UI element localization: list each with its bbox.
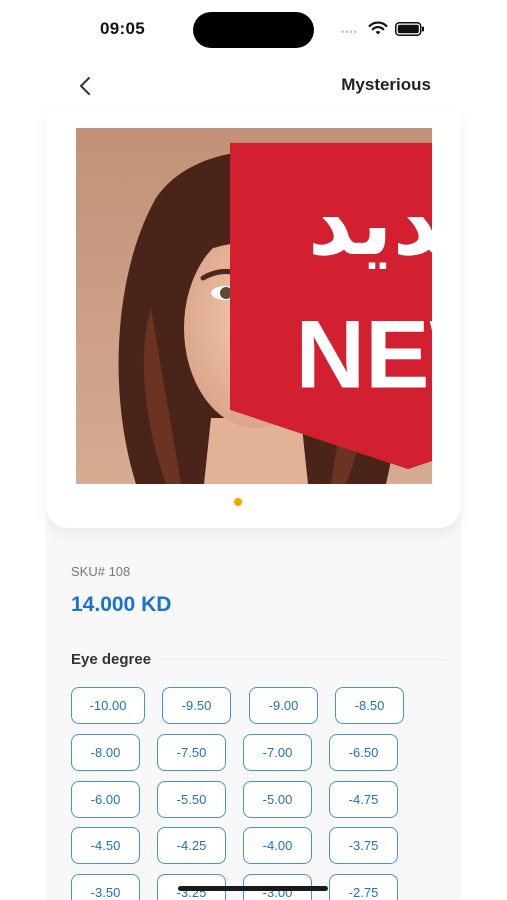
eye-degree-option[interactable]: -5.50: [157, 781, 226, 818]
new-badge-english: NEW: [296, 302, 432, 409]
eye-degree-title: Eye degree: [71, 651, 152, 668]
back-button[interactable]: [72, 72, 100, 100]
eye-degree-option[interactable]: -5.00: [243, 781, 312, 818]
signal-icon: ••••: [341, 27, 358, 37]
status-bar: 09:05 ••••: [0, 0, 507, 60]
home-indicator[interactable]: [178, 886, 328, 891]
nav-bar: Mysterious: [0, 60, 507, 110]
eye-degree-option[interactable]: -3.50: [71, 874, 140, 900]
eye-degree-option[interactable]: -4.25: [157, 827, 226, 864]
eye-degree-option[interactable]: -4.00: [243, 827, 312, 864]
eye-degree-option[interactable]: -6.50: [329, 734, 398, 771]
product-gallery: جديد NEW: [46, 110, 461, 528]
eye-degree-option[interactable]: -6.00: [71, 781, 140, 818]
status-time: 09:05: [100, 19, 145, 38]
sku-label: SKU# 108: [71, 564, 131, 579]
battery-icon: [395, 22, 424, 36]
eye-degree-option[interactable]: -9.00: [249, 687, 318, 724]
section-divider: [156, 659, 446, 660]
eye-degree-option[interactable]: -10.00: [71, 687, 145, 724]
carousel-dot-active[interactable]: [234, 498, 242, 506]
eye-degree-option[interactable]: -8.00: [71, 734, 140, 771]
eye-degree-option[interactable]: -4.75: [329, 781, 398, 818]
price-label: 14.000 KD: [71, 593, 172, 616]
new-badge-arabic: جديد: [308, 171, 432, 275]
eye-degree-option[interactable]: -3.75: [329, 827, 398, 864]
eye-degree-option[interactable]: -8.50: [335, 687, 404, 724]
eye-degree-option[interactable]: -2.75: [329, 874, 398, 900]
eye-degree-option[interactable]: -7.00: [243, 734, 312, 771]
new-badge: جديد NEW: [230, 142, 432, 470]
page-title: Mysterious: [341, 75, 431, 94]
eye-degree-option[interactable]: -9.50: [162, 687, 231, 724]
dynamic-island: [193, 12, 314, 48]
product-image[interactable]: جديد NEW: [76, 128, 432, 484]
product-details: SKU# 108 14.000 KD Eye degree -10.00 -9.…: [46, 500, 461, 900]
wifi-icon: [368, 21, 388, 35]
eye-degree-option[interactable]: -4.50: [71, 827, 140, 864]
chevron-left-icon: [80, 77, 90, 95]
eye-degree-option[interactable]: -7.50: [157, 734, 226, 771]
